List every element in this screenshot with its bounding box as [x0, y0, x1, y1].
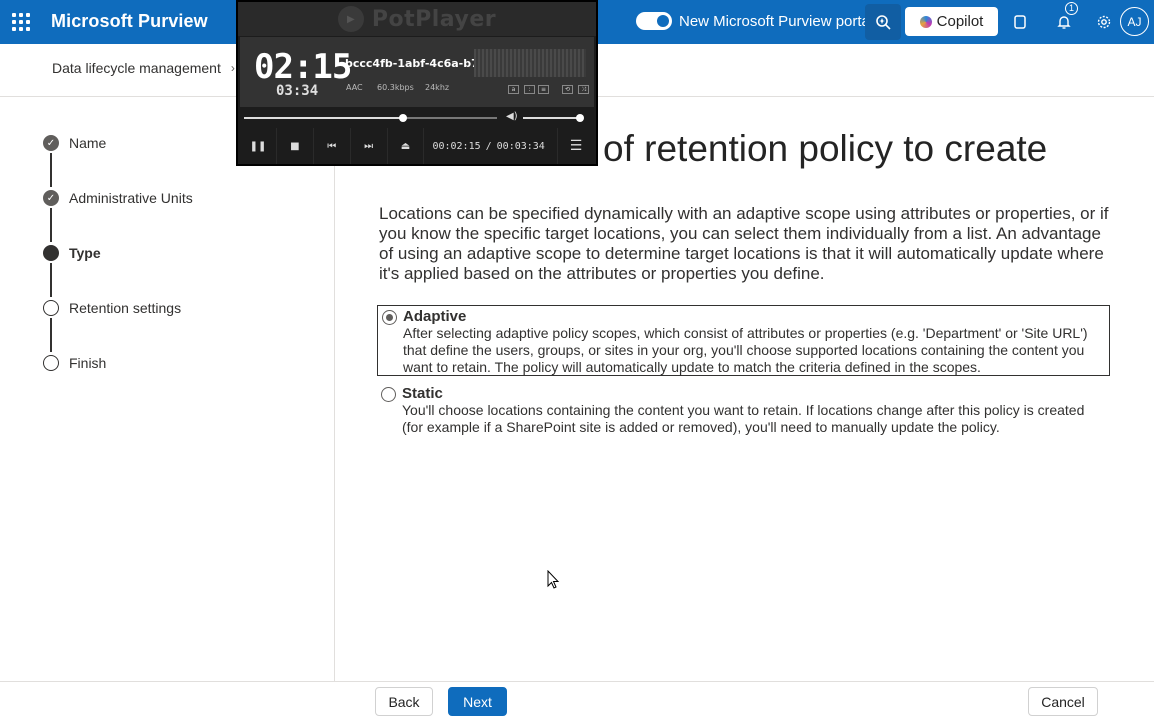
seek-bar-thumb[interactable] — [399, 114, 408, 122]
playback-clock: 00:02:15 / 00:03:34 — [424, 128, 559, 164]
user-avatar[interactable]: AJ — [1120, 7, 1149, 36]
next-button[interactable]: Next — [448, 687, 507, 716]
codec-label: AAC — [346, 83, 363, 92]
step-finish[interactable]: Finish — [43, 355, 106, 371]
intro-text: Locations can be specified dynamically w… — [379, 204, 1109, 283]
apps-icon[interactable] — [1002, 4, 1038, 40]
eject-icon[interactable]: ⏏ — [388, 128, 425, 164]
chevron-right-icon: › — [230, 61, 235, 75]
volume-fill — [523, 117, 580, 119]
notifications-icon[interactable]: 1 — [1046, 2, 1082, 40]
settings-gear-icon[interactable] — [1086, 4, 1122, 40]
next-track-icon[interactable]: ⏭ — [351, 128, 388, 164]
spectrum-visualizer — [474, 49, 586, 77]
volume-slider[interactable] — [523, 114, 584, 122]
panel-divider — [334, 97, 335, 681]
samplerate-label: 24khz — [425, 83, 450, 92]
new-portal-toggle[interactable]: New Microsoft Purview portal — [636, 12, 873, 30]
pending-step-icon — [43, 355, 59, 371]
mouse-cursor-icon — [547, 570, 560, 589]
pause-icon[interactable]: ❚❚ — [240, 128, 277, 164]
copilot-sparkle-icon[interactable] — [865, 4, 901, 40]
step-connector — [50, 263, 52, 297]
static-radio[interactable] — [381, 387, 396, 402]
bitrate-label: 60.3kbps — [377, 83, 414, 92]
step-type[interactable]: Type — [43, 245, 101, 261]
mini-toggle-icon[interactable]: ≡ — [538, 85, 549, 94]
potplayer-info-panel: 02:15 03:34 bccc4fb-1abf-4c6a-b713-b AAC… — [240, 37, 594, 107]
step-label: Retention settings — [69, 300, 182, 316]
step-label: Name — [69, 135, 107, 151]
potplayer-titlebar[interactable]: ▶ PotPlayer — [238, 2, 596, 36]
footer-divider — [0, 681, 1154, 682]
step-connector — [50, 153, 52, 187]
clock-total: 00:03:34 — [496, 140, 545, 152]
clock-elapsed: 00:02:15 — [432, 140, 481, 152]
checkmark-icon: ✓ — [43, 190, 59, 206]
option-description: After selecting adaptive policy scopes, … — [403, 325, 1088, 375]
playback-controls: ❚❚ ■ ⏮ ⏭ ⏏ 00:02:15 / 00:03:34 ☰ — [240, 128, 594, 164]
step-retention-settings[interactable]: Retention settings — [43, 300, 181, 316]
total-time: 03:34 — [276, 83, 319, 99]
copilot-icon — [919, 15, 932, 28]
elapsed-time: 02:15 — [254, 47, 352, 87]
step-connector — [50, 208, 52, 242]
potplayer-window[interactable]: ▶ PotPlayer 02:15 03:34 bccc4fb-1abf-4c6… — [236, 0, 598, 166]
current-step-icon — [43, 245, 59, 261]
volume-icon[interactable]: ◀) — [506, 111, 518, 122]
copilot-button[interactable]: Copilot — [905, 7, 998, 36]
shuffle-icon[interactable]: ⤨ — [578, 85, 589, 94]
option-title: Adaptive — [403, 308, 467, 325]
adaptive-radio[interactable] — [382, 310, 397, 325]
step-connector — [50, 318, 52, 352]
playlist-menu-icon[interactable]: ☰ — [558, 128, 594, 164]
notification-badge: 1 — [1065, 2, 1078, 15]
static-option[interactable]: Static You'll choose locations containin… — [377, 383, 1110, 438]
adaptive-option[interactable]: Adaptive After selecting adaptive policy… — [377, 305, 1110, 376]
mini-toggle-icon[interactable]: a — [508, 85, 519, 94]
step-label: Administrative Units — [69, 190, 193, 206]
step-label: Type — [69, 245, 101, 261]
page-title: of retention policy to create — [603, 128, 1048, 169]
previous-icon[interactable]: ⏮ — [314, 128, 351, 164]
breadcrumb: Data lifecycle management › — [52, 60, 235, 76]
option-description: You'll choose locations containing the c… — [402, 402, 1085, 435]
brand-title[interactable]: Microsoft Purview — [51, 11, 208, 32]
step-name[interactable]: ✓ Name — [43, 135, 106, 151]
clock-separator: / — [485, 140, 492, 152]
toggle-switch[interactable] — [636, 12, 672, 30]
stop-icon[interactable]: ■ — [277, 128, 314, 164]
repeat-icon[interactable]: ⟲ — [562, 85, 573, 94]
volume-thumb[interactable] — [576, 114, 584, 122]
option-title: Static — [402, 385, 443, 402]
seek-bar-fill — [244, 117, 404, 119]
potplayer-logo-text: PotPlayer — [371, 6, 497, 32]
checkmark-icon: ✓ — [43, 135, 59, 151]
toggle-label: New Microsoft Purview portal — [679, 12, 874, 30]
step-administrative-units[interactable]: ✓ Administrative Units — [43, 190, 193, 206]
cancel-button[interactable]: Cancel — [1028, 687, 1098, 716]
mini-toggle-icon[interactable]: : — [524, 85, 535, 94]
breadcrumb-item-data-lifecycle[interactable]: Data lifecycle management — [52, 60, 221, 76]
step-label: Finish — [69, 355, 107, 371]
pending-step-icon — [43, 300, 59, 316]
potplayer-play-logo-icon: ▶ — [337, 6, 364, 32]
app-launcher-icon[interactable] — [10, 11, 32, 33]
seek-bar[interactable] — [244, 114, 497, 122]
back-button[interactable]: Back — [375, 687, 433, 716]
copilot-label: Copilot — [936, 13, 984, 30]
